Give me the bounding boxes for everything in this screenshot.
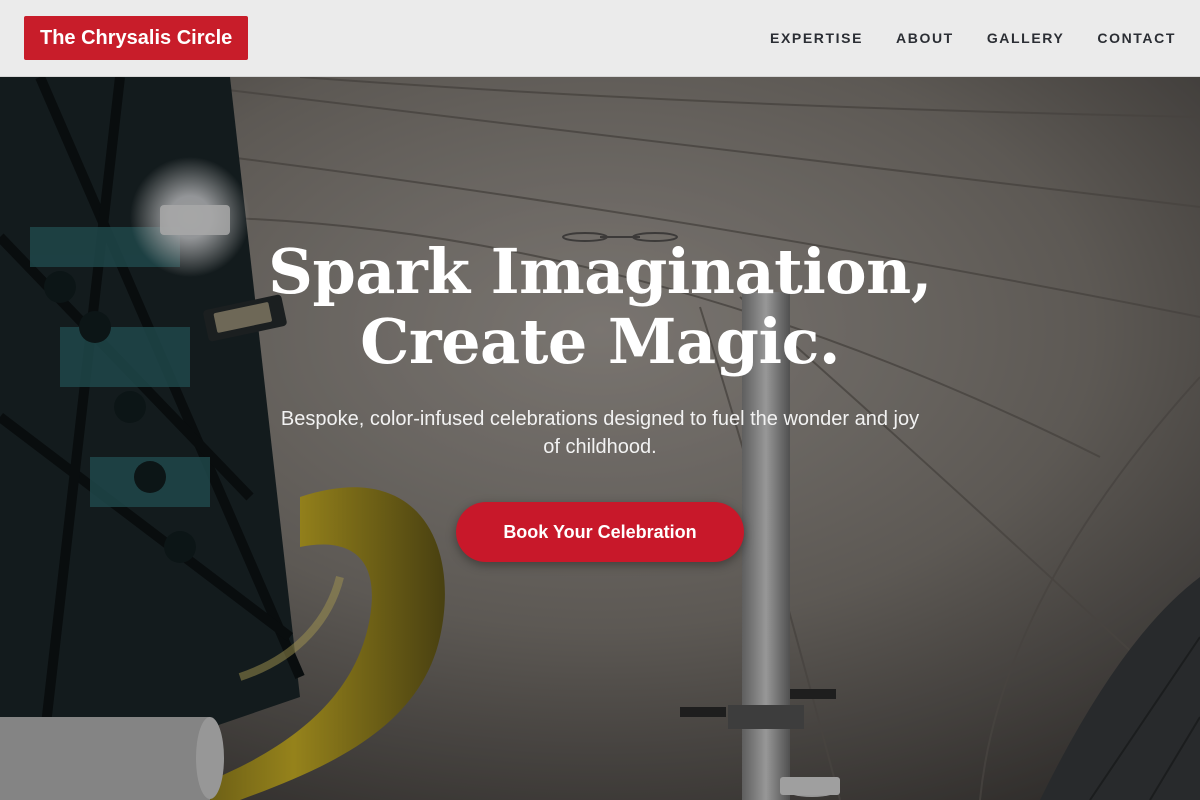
hero-headline-line-2: Create Magic. bbox=[360, 305, 840, 378]
nav-gallery[interactable]: GALLERY bbox=[987, 30, 1065, 46]
nav-expertise[interactable]: EXPERTISE bbox=[770, 30, 863, 46]
hero-subheadline: Bespoke, color-infused celebrations desi… bbox=[280, 408, 920, 458]
nav-about[interactable]: ABOUT bbox=[896, 30, 954, 46]
nav-contact[interactable]: CONTACT bbox=[1097, 30, 1176, 46]
brand-logo-link[interactable]: The Chrysalis Circle bbox=[24, 16, 249, 60]
site-header: The Chrysalis Circle EXPERTISE ABOUT GAL… bbox=[0, 0, 1200, 77]
hero-headline-line-1: Spark Imagination, bbox=[268, 235, 932, 308]
book-celebration-button[interactable]: Book Your Celebration bbox=[456, 502, 744, 562]
hero-section: Spark Imagination, Create Magic. Bespoke… bbox=[0, 77, 1200, 800]
main-nav: EXPERTISE ABOUT GALLERY CONTACT bbox=[770, 30, 1176, 46]
hero-headline: Spark Imagination, Create Magic. bbox=[150, 237, 1050, 377]
